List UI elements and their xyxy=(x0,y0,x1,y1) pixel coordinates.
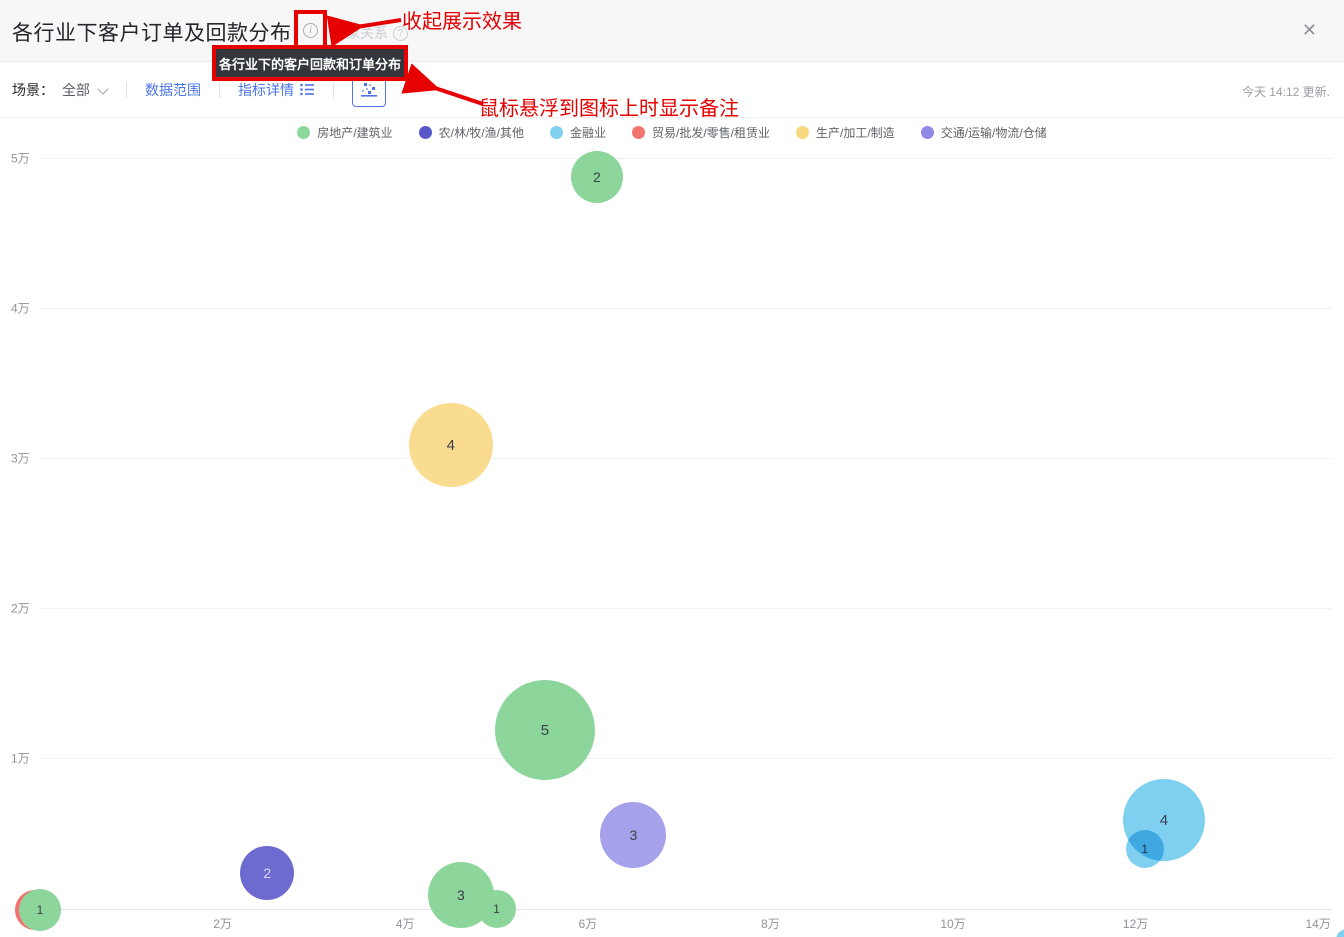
dashboard-panel: 5万 4万 3万 2万 1万 2万 4万 6万 8万 10万 12万 14万 1 2 4 5 3 4 1 2 3 1 房地产… xyxy=(0,0,1344,937)
bubble[interactable]: 1 xyxy=(477,889,516,928)
x-axis-tick-label: 2万 xyxy=(213,917,232,931)
legend-item[interactable]: 贸易/批发/零售/租赁业 xyxy=(632,124,770,141)
toolbar-left: 场景： 全部 数据范围 指标详情 xyxy=(0,72,386,107)
info-icon[interactable]: i xyxy=(303,23,318,38)
panel-header: 各行业下客户订单及回款分布 i 对象关系 ? ✕ xyxy=(0,0,1344,62)
question-icon[interactable]: ? xyxy=(393,25,408,41)
scene-dropdown[interactable]: 全部 xyxy=(62,80,108,100)
updated-timestamp: 今天 14:12 更新. xyxy=(1241,85,1330,99)
x-axis-tick-label: 12万 xyxy=(1122,917,1149,931)
x-axis-tick-label: 4万 xyxy=(395,917,415,931)
y-axis-tick-label: 3万 xyxy=(11,451,30,466)
metric-detail-label: 指标详情 xyxy=(238,81,294,98)
object-relation-label: 对象关系 xyxy=(332,25,388,41)
bubble[interactable]: 3 xyxy=(600,802,667,868)
legend-dot-icon xyxy=(796,126,810,139)
y-axis-tick-label: 5万 xyxy=(11,151,30,166)
bubble[interactable]: 2 xyxy=(570,150,623,203)
legend-dot-icon xyxy=(920,126,934,139)
close-icon[interactable]: ✕ xyxy=(1302,20,1317,41)
legend-label: 农/林/牧/渔/其他 xyxy=(438,126,524,140)
gridline xyxy=(40,308,1332,309)
legend-dot-icon xyxy=(418,126,432,139)
legend-dot-icon xyxy=(549,126,563,139)
scatter-chart-type-button[interactable] xyxy=(352,72,386,107)
scatter-chart-icon xyxy=(361,82,377,97)
legend-label: 生产/加工/制造 xyxy=(816,126,895,140)
gridline xyxy=(40,158,1332,159)
bubble[interactable]: 2 xyxy=(240,845,295,900)
y-axis-tick-label: 4万 xyxy=(11,301,30,316)
scene-value: 全部 xyxy=(62,81,90,98)
page-title: 各行业下客户订单及回款分布 xyxy=(12,22,292,45)
metric-detail-button[interactable]: 指标详情 xyxy=(238,80,315,100)
legend-item[interactable]: 农/林/牧/渔/其他 xyxy=(418,124,524,141)
legend-label: 房地产/建筑业 xyxy=(317,126,393,140)
legend-label: 交通/运输/物流/仓储 xyxy=(940,126,1047,140)
legend-dot-icon xyxy=(297,126,311,139)
x-axis-tick-label: 14万 xyxy=(1305,917,1331,931)
gridline xyxy=(40,758,1332,759)
bubble[interactable]: 5 xyxy=(494,680,595,780)
legend-item[interactable]: 金融业 xyxy=(549,124,606,141)
divider xyxy=(219,81,220,98)
divider xyxy=(126,81,127,98)
x-axis-tick-label: 8万 xyxy=(761,917,780,931)
bubble-chart: 5万 4万 3万 2万 1万 2万 4万 6万 8万 10万 12万 14万 1 2 4 5 3 4 1 2 3 1 房地产… xyxy=(0,0,1344,937)
legend-item[interactable]: 房地产/建筑业 xyxy=(297,124,393,141)
bubble[interactable]: 1 xyxy=(1125,829,1164,868)
chart-legend: 房地产/建筑业 农/林/牧/渔/其他 金融业 贸易/批发/零售/租赁业 生产/加工/制造… xyxy=(0,124,1344,141)
legend-item[interactable]: 生产/加工/制造 xyxy=(796,124,895,141)
object-relation-group: 对象关系 ? xyxy=(332,23,408,43)
data-range-button[interactable]: 数据范围 xyxy=(145,80,201,100)
bubble[interactable]: 1 xyxy=(19,889,61,931)
legend-label: 贸易/批发/零售/租赁业 xyxy=(652,126,771,140)
chevron-down-icon xyxy=(98,83,108,93)
toolbar: 场景： 全部 数据范围 指标详情 今天 14:12 更新. xyxy=(0,62,1344,118)
bubble[interactable]: 4 xyxy=(408,403,493,487)
y-axis-tick-label: 1万 xyxy=(11,751,30,766)
x-axis-line xyxy=(40,909,1332,910)
scene-label: 场景： xyxy=(12,81,54,98)
legend-dot-icon xyxy=(632,126,645,139)
y-axis-tick-label: 2万 xyxy=(11,601,30,616)
divider xyxy=(333,81,334,98)
gridline xyxy=(40,608,1332,609)
bubble[interactable] xyxy=(1335,929,1344,937)
x-axis-tick-label: 10万 xyxy=(940,917,966,931)
legend-item[interactable]: 交通/运输/物流/仓储 xyxy=(920,124,1047,141)
list-icon xyxy=(300,83,314,96)
x-axis-tick-label: 6万 xyxy=(578,917,598,931)
legend-label: 金融业 xyxy=(569,126,606,140)
gridline xyxy=(40,458,1332,459)
